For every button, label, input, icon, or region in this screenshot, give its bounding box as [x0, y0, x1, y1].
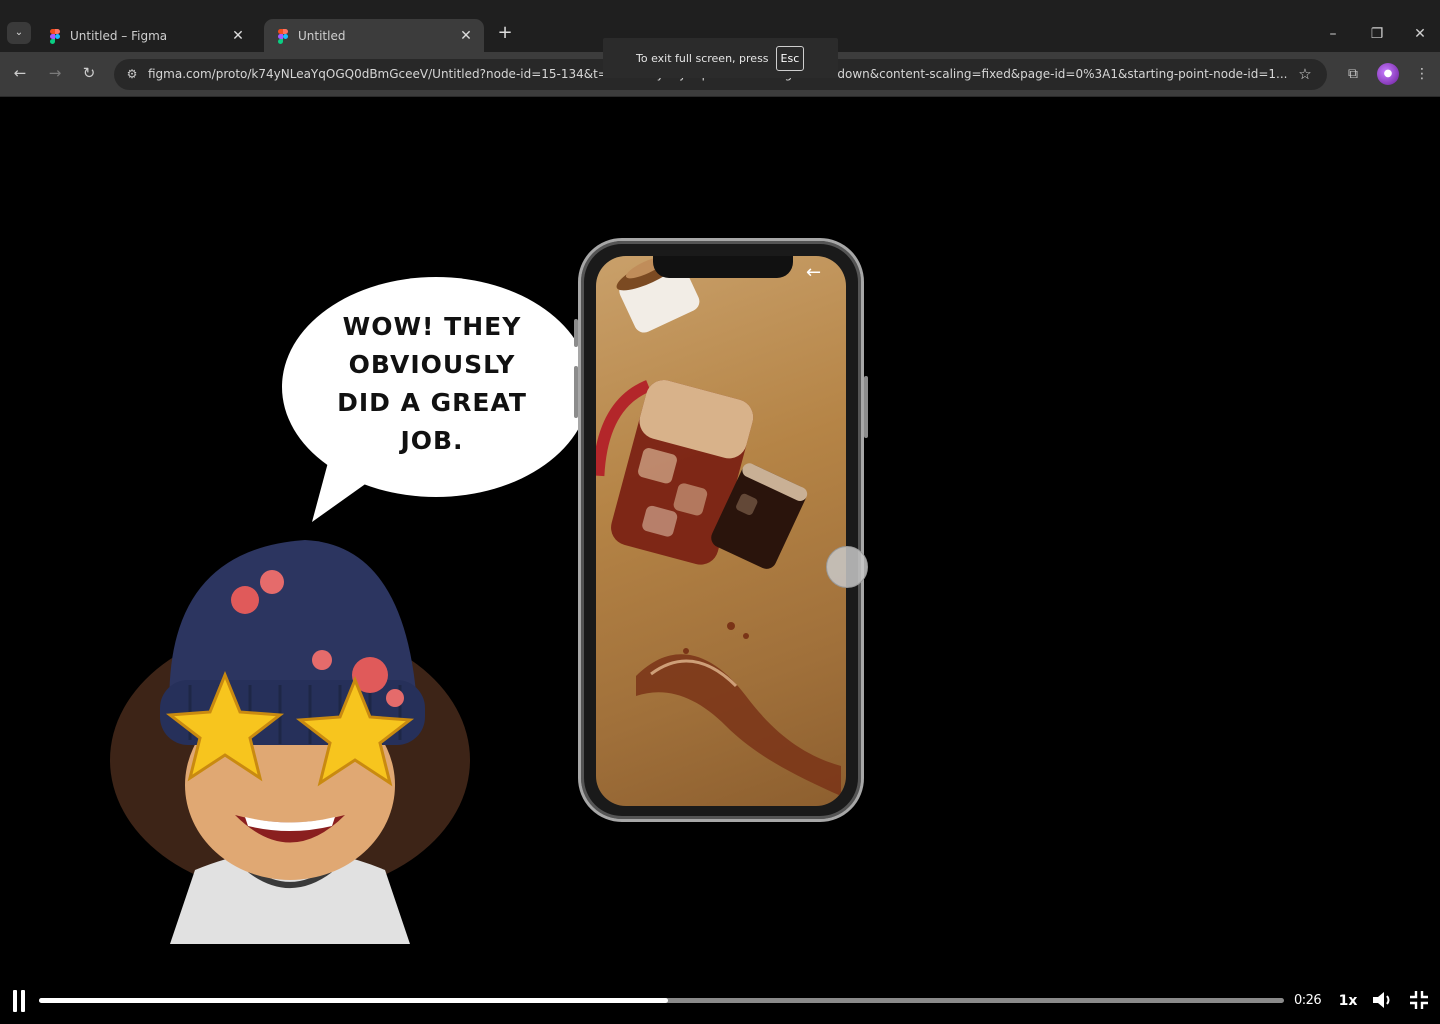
phone-mockup: ←	[574, 238, 868, 822]
video-progress-bar[interactable]	[39, 998, 1284, 1003]
fullscreen-prototype-viewer: ⌄ Untitled – Figma ✕ Untitled ✕ + – ❐ ✕ …	[0, 0, 1440, 1024]
speech-line: JOB.	[400, 426, 464, 455]
video-time: 0:26	[1294, 993, 1322, 1008]
coffee-drinks-image	[596, 256, 841, 796]
prototype-screen[interactable]: ←	[596, 256, 846, 806]
speech-line: OBVIOUSLY	[348, 350, 516, 379]
phone-side-button	[574, 366, 578, 418]
prototype-hotspot-indicator[interactable]	[826, 546, 868, 588]
volume-icon[interactable]	[1370, 988, 1394, 1012]
exit-fullscreen-icon[interactable]	[1407, 988, 1431, 1012]
pause-icon[interactable]	[11, 990, 27, 1012]
phone-notch	[653, 256, 793, 278]
video-progress-fill	[39, 998, 668, 1003]
back-arrow-icon[interactable]: ←	[806, 262, 821, 283]
bitmoji-avatar-image	[110, 540, 470, 944]
speech-line: WOW! THEY	[342, 312, 522, 341]
phone-side-button	[574, 319, 578, 347]
speech-line: DID A GREAT	[337, 388, 527, 417]
playback-speed-button[interactable]: 1x	[1337, 991, 1359, 1011]
speech-bubble-text: WOW! THEY OBVIOUSLY DID A GREAT JOB.	[310, 308, 554, 460]
phone-side-button	[864, 376, 868, 438]
